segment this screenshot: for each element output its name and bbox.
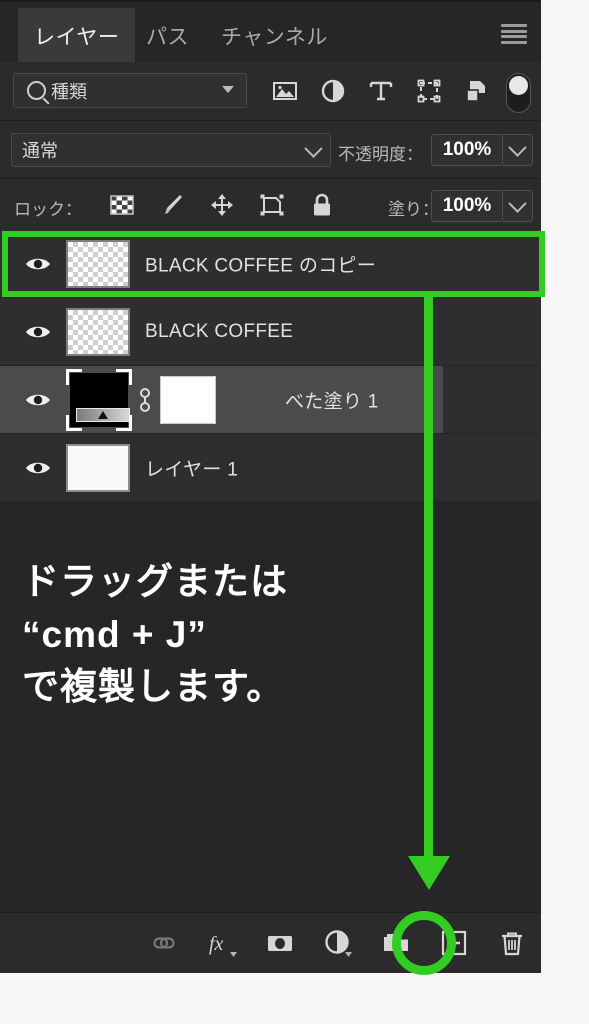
lock-icon-group (110, 179, 334, 231)
chevron-down-icon (304, 139, 323, 158)
lock-transparency-icon[interactable] (110, 193, 134, 217)
link-mask-icon[interactable] (137, 385, 153, 415)
panel-tab-strip: レイヤー パス チャンネル (0, 0, 541, 64)
svg-text:fx: fx (209, 933, 224, 955)
filter-enable-toggle[interactable] (506, 73, 531, 113)
selection-corner-icon (66, 414, 82, 431)
blend-mode-row: 通常 不透明度： 100% (0, 120, 541, 179)
tab-layers[interactable]: レイヤー (18, 8, 136, 64)
lock-label: ロック： (14, 200, 82, 219)
tab-paths[interactable]: パス (130, 8, 205, 64)
lock-image-icon[interactable] (160, 193, 184, 217)
fill-input[interactable]: 100% (431, 190, 503, 222)
blend-mode-value: 通常 (22, 141, 58, 161)
shape-filter-icon[interactable] (416, 78, 442, 104)
toolbar-icon-group: fx (150, 913, 526, 973)
layer-name[interactable]: べた塗り 1 (285, 386, 379, 413)
solid-color-thumbnail[interactable] (160, 375, 216, 424)
tab-channels[interactable]: チャンネル (205, 8, 344, 64)
screenshot-root: レイヤー パス チャンネル 種類 通常 不透明度： 100% ロック： 塗り： … (0, 0, 589, 1024)
search-icon (27, 81, 46, 100)
lock-position-icon[interactable] (210, 193, 234, 217)
opacity-input[interactable]: 100% (431, 134, 503, 166)
layer-thumbnail[interactable] (66, 307, 130, 356)
layer-name[interactable]: BLACK COFFEE のコピー (145, 250, 376, 277)
chevron-down-icon (508, 137, 527, 157)
eye-icon[interactable] (24, 391, 52, 409)
layer-thumbnail[interactable] (66, 443, 130, 492)
lock-artboard-icon[interactable] (260, 193, 284, 217)
instruction-line-3: で複製します。 (22, 666, 285, 708)
add-layer-mask-icon[interactable] (266, 929, 294, 957)
eye-icon[interactable] (24, 255, 52, 273)
layers-panel: レイヤー パス チャンネル 種類 通常 不透明度： 100% ロック： 塗り： … (0, 0, 541, 973)
instruction-line-1: ドラッグまたは (22, 561, 288, 602)
selection-corner-icon (116, 368, 132, 385)
adjustment-filter-icon[interactable] (320, 78, 346, 104)
filter-type-value: 種類 (51, 81, 87, 102)
table-row[interactable]: レイヤー 1 (0, 434, 541, 502)
smart-object-filter-icon[interactable] (464, 78, 490, 104)
new-layer-icon[interactable] (440, 929, 468, 957)
instruction-text: ドラッグまたは “cmd + J” で複製します。 (22, 556, 452, 714)
table-row[interactable]: BLACK COFFEE のコピー (0, 230, 541, 298)
lock-row: ロック： 塗り： 100% (0, 178, 541, 231)
filter-icon-group (272, 62, 490, 120)
opacity-label: 不透明度： (338, 145, 423, 164)
selection-corner-icon (116, 414, 132, 431)
layer-name[interactable]: BLACK COFFEE (145, 321, 293, 343)
hamburger-menu-icon[interactable] (501, 24, 527, 44)
layer-style-fx-icon[interactable]: fx (208, 929, 237, 957)
text-filter-icon[interactable] (368, 78, 394, 104)
new-group-icon[interactable] (382, 929, 410, 957)
chevron-down-icon (508, 193, 527, 213)
eye-icon[interactable] (24, 323, 52, 341)
table-row[interactable]: BLACK COFFEE (0, 298, 541, 366)
layer-list: BLACK COFFEE のコピー BLACK COFFEE べた塗り 1 レイ… (0, 230, 541, 502)
chevron-down-icon (222, 86, 234, 93)
instruction-line-2: “cmd + J” (22, 613, 207, 655)
image-filter-icon[interactable] (272, 78, 298, 104)
layer-filter-row: 種類 (0, 62, 541, 120)
table-row[interactable]: べた塗り 1 (0, 366, 541, 434)
layer-name[interactable]: レイヤー 1 (145, 454, 238, 481)
layer-mask-thumbnail[interactable] (66, 368, 132, 431)
selection-corner-icon (66, 368, 82, 385)
eye-icon[interactable] (24, 459, 52, 477)
delete-layer-icon[interactable] (498, 929, 526, 957)
layer-thumbnail[interactable] (66, 239, 130, 288)
layers-bottom-toolbar: fx (0, 912, 541, 973)
new-adjustment-layer-icon[interactable] (324, 929, 352, 957)
link-layers-icon[interactable] (150, 929, 178, 957)
blend-mode-select[interactable]: 通常 (11, 133, 331, 167)
opacity-stepper-chevron-down-icon[interactable] (503, 134, 533, 166)
fill-stepper-chevron-down-icon[interactable] (503, 190, 533, 222)
filter-type-select[interactable]: 種類 (13, 73, 247, 108)
lock-all-icon[interactable] (310, 193, 334, 217)
